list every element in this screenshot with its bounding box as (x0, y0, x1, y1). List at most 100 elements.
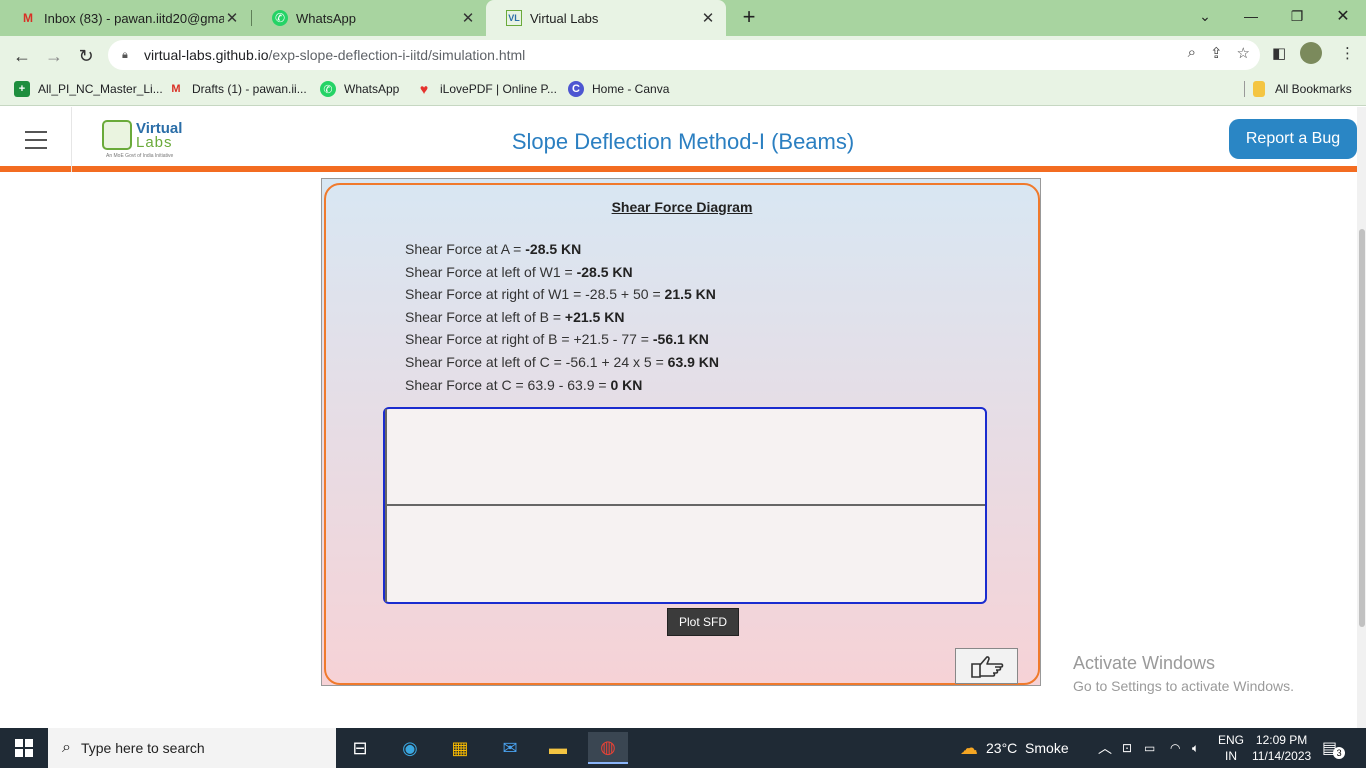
forward-icon[interactable]: → (40, 42, 68, 70)
all-bookmarks[interactable]: All Bookmarks (1244, 81, 1352, 97)
windows-start-icon[interactable] (0, 728, 48, 768)
bookmark-item[interactable]: C Home - Canva (568, 81, 669, 97)
watermark-line2: Go to Settings to activate Windows. (1073, 678, 1294, 694)
shear-force-list: Shear Force at A = -28.5 KN Shear Force … (405, 238, 719, 396)
bookmark-label: All_PI_NC_Master_Li... (38, 82, 163, 96)
meet-icon[interactable]: ⊡ (1122, 728, 1132, 768)
reload-icon[interactable]: ↻ (72, 42, 100, 70)
side-panel-icon[interactable]: ◧ (1272, 44, 1286, 62)
canva-icon: C (568, 81, 584, 97)
tab-search-icon[interactable]: ⌄ (1182, 0, 1228, 32)
file-explorer-icon[interactable]: ▬ (538, 732, 578, 764)
url-path: /exp-slope-deflection-i-iitd/simulation.… (268, 47, 526, 63)
url-host: virtual-labs.github.io (144, 47, 269, 63)
watermark-line1: Activate Windows (1073, 653, 1216, 673)
new-tab-button[interactable]: + (736, 4, 762, 30)
virtual-labs-icon: VL (506, 10, 522, 26)
clock-time: 12:09 PM (1255, 733, 1308, 747)
simulation-panel: Shear Force Diagram Shear Force at A = -… (324, 183, 1040, 685)
virtual-labs-logo[interactable]: Virtual Labs An MoE Govt of India Initia… (100, 117, 190, 163)
shear-force-line: Shear Force at right of B = +21.5 - 77 =… (405, 331, 709, 348)
bookmark-label: iLovePDF | Online P... (440, 82, 557, 96)
restore-button[interactable]: ❐ (1274, 0, 1320, 32)
bookmark-star-icon[interactable]: ☆ (1237, 44, 1250, 62)
pointing-hand-icon (970, 656, 1003, 678)
lock-icon: 🔒︎ (122, 48, 128, 61)
lang-line2: IN (1225, 749, 1237, 763)
hamburger-menu-icon[interactable] (0, 107, 72, 172)
page-viewport: Virtual Labs An MoE Govt of India Initia… (0, 107, 1366, 728)
mail-icon[interactable]: ✉ (490, 732, 530, 764)
next-button[interactable] (955, 648, 1018, 684)
shear-force-line: Shear Force at A = -28.5 KN (405, 241, 582, 257)
bookmark-label: Drafts (1) - pawan.ii... (192, 82, 307, 96)
page-title: Slope Deflection Method-I (Beams) (511, 129, 855, 154)
tab-whatsapp[interactable]: ✆ WhatsApp ✕ (252, 0, 486, 36)
task-view-icon[interactable]: ⊟ (340, 732, 380, 764)
tab-gmail[interactable]: M Inbox (83) - pawan.iitd20@gmail.com ✕ (0, 0, 250, 36)
bookmark-label: Home - Canva (592, 82, 670, 96)
weather-widget[interactable]: ☁ 23°C Smoke (960, 728, 1069, 768)
edge-icon[interactable]: ◉ (390, 732, 430, 764)
taskbar-search-input[interactable]: ⌕ Type here to search (48, 728, 336, 768)
wifi-icon[interactable]: ◠ (1170, 728, 1180, 768)
volume-icon[interactable]: 🔈︎ (1192, 728, 1199, 768)
notification-icon[interactable]: ▤ 3 (1322, 728, 1346, 768)
back-icon[interactable]: ← (8, 42, 36, 70)
chrome-icon[interactable]: ◍ (588, 732, 628, 764)
browser-toolbar: ← → ↻ 🔒︎ virtual-labs.github.io/exp-slop… (0, 36, 1366, 74)
omnibox-actions: ⌕ ⇪ ☆ (1188, 44, 1250, 62)
zoom-icon[interactable]: ⌕ (1188, 44, 1196, 62)
bookmark-label: WhatsApp (344, 82, 400, 96)
close-window-button[interactable]: ✕ (1320, 0, 1366, 32)
bookmarks-bar: + All_PI_NC_Master_Li... M Drafts (1) - … (0, 74, 1366, 106)
tab-title: WhatsApp (296, 10, 356, 26)
windows-taskbar: ⌕ Type here to search ⊟ ◉ ▦ ✉ ▬ ◍ ☁ 23°C… (0, 728, 1366, 768)
bookmark-item[interactable]: + All_PI_NC_Master_Li... (14, 81, 163, 97)
bookmark-item[interactable]: ✆ WhatsApp (320, 81, 399, 97)
flask-icon (102, 120, 132, 150)
site-header: Virtual Labs An MoE Govt of India Initia… (0, 107, 1366, 172)
whatsapp-icon: ✆ (272, 10, 288, 26)
clock-date: 11/14/2023 (1252, 749, 1312, 763)
menu-kebab-icon[interactable]: ⋮ (1340, 44, 1355, 62)
minimize-button[interactable]: — (1228, 0, 1274, 32)
divider (1244, 81, 1245, 97)
shear-force-line: Shear Force at left of C = -56.1 + 24 x … (405, 353, 720, 370)
scrollbar-thumb[interactable] (1359, 229, 1365, 627)
clock[interactable]: 12:09 PM 11/14/2023 (1252, 728, 1311, 768)
gmail-icon: M (171, 83, 181, 95)
browser-tabstrip: M Inbox (83) - pawan.iitd20@gmail.com ✕ … (0, 0, 1366, 36)
show-hidden-icons[interactable]: ︿ (1098, 728, 1112, 768)
share-icon[interactable]: ⇪ (1210, 44, 1223, 62)
close-icon[interactable]: ✕ (224, 9, 240, 27)
address-bar[interactable]: 🔒︎ virtual-labs.github.io/exp-slope-defl… (108, 40, 1260, 70)
plot-sfd-button[interactable]: Plot SFD (667, 608, 739, 636)
tab-title: Virtual Labs (530, 10, 599, 26)
tab-title: Inbox (83) - pawan.iitd20@gmail.com (44, 10, 224, 26)
sfd-baseline (387, 504, 985, 506)
shear-force-line: Shear Force at C = 63.9 - 63.9 = 0 KN (405, 376, 643, 393)
tab-virtual-labs[interactable]: VL Virtual Labs ✕ (486, 0, 726, 36)
folder-icon (1253, 81, 1265, 97)
report-bug-button[interactable]: Report a Bug (1229, 119, 1357, 159)
lang-line1: ENG (1218, 733, 1245, 747)
close-icon[interactable]: ✕ (700, 9, 716, 27)
heart-icon: ♥ (419, 81, 429, 97)
store-icon[interactable]: ▦ (440, 732, 480, 764)
search-placeholder: Type here to search (80, 740, 205, 756)
close-icon[interactable]: ✕ (460, 9, 476, 27)
logo-tagline: An MoE Govt of India Initiative (106, 153, 174, 159)
battery-icon[interactable]: ▭ (1144, 728, 1155, 768)
bookmark-item[interactable]: M Drafts (1) - pawan.ii... (168, 81, 307, 97)
gmail-icon: M (23, 11, 33, 25)
bookmark-item[interactable]: ♥ iLovePDF | Online P... (416, 81, 557, 97)
whatsapp-icon: ✆ (320, 81, 336, 97)
logo-line2: Labs (136, 134, 173, 151)
activate-windows-watermark: Activate Windows Go to Settings to activ… (1073, 653, 1294, 694)
weather-text: 23°C Smoke (986, 740, 1069, 756)
shear-force-line: Shear Force at left of B = +21.5 KN (405, 308, 625, 325)
sheets-icon: + (14, 81, 30, 97)
profile-avatar[interactable] (1300, 42, 1322, 64)
language-indicator[interactable]: ENG IN (1218, 728, 1244, 768)
